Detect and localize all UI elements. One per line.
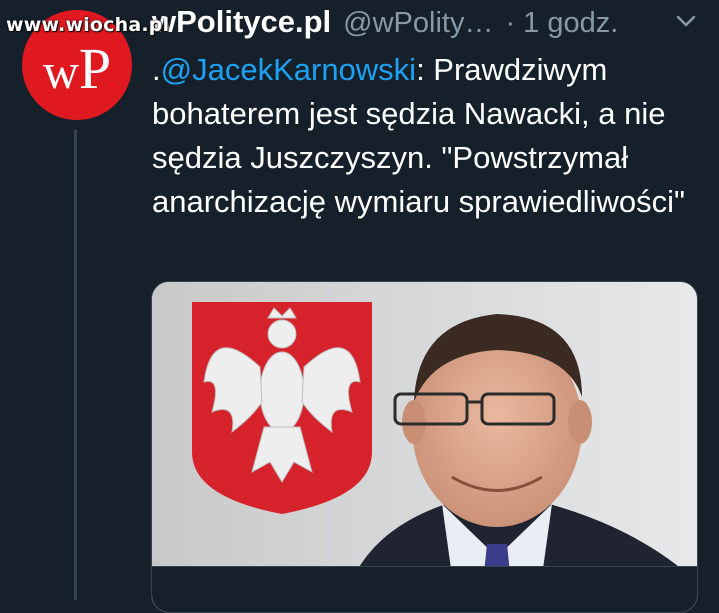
- user-handle[interactable]: @wPolity…: [343, 7, 493, 40]
- card-footer: [152, 566, 697, 612]
- thread-line: [74, 130, 77, 600]
- tweet-header: wPolityce.pl @wPolity… · 1 godz.: [152, 4, 719, 48]
- tweet-text: .@JacekKarnowski: Prawdziwym bohaterem j…: [152, 52, 686, 219]
- card-image: [152, 282, 697, 612]
- site-watermark: www.wiocha.pl: [6, 14, 170, 36]
- mention-link[interactable]: @JacekKarnowski: [161, 52, 416, 87]
- separator-dot: ·: [505, 7, 516, 39]
- link-card[interactable]: [151, 281, 698, 613]
- chevron-down-icon[interactable]: [673, 8, 699, 34]
- display-name[interactable]: wPolityce.pl: [152, 4, 331, 40]
- wp-logo-icon: wP: [42, 36, 112, 101]
- timestamp[interactable]: 1 godz.: [523, 7, 618, 40]
